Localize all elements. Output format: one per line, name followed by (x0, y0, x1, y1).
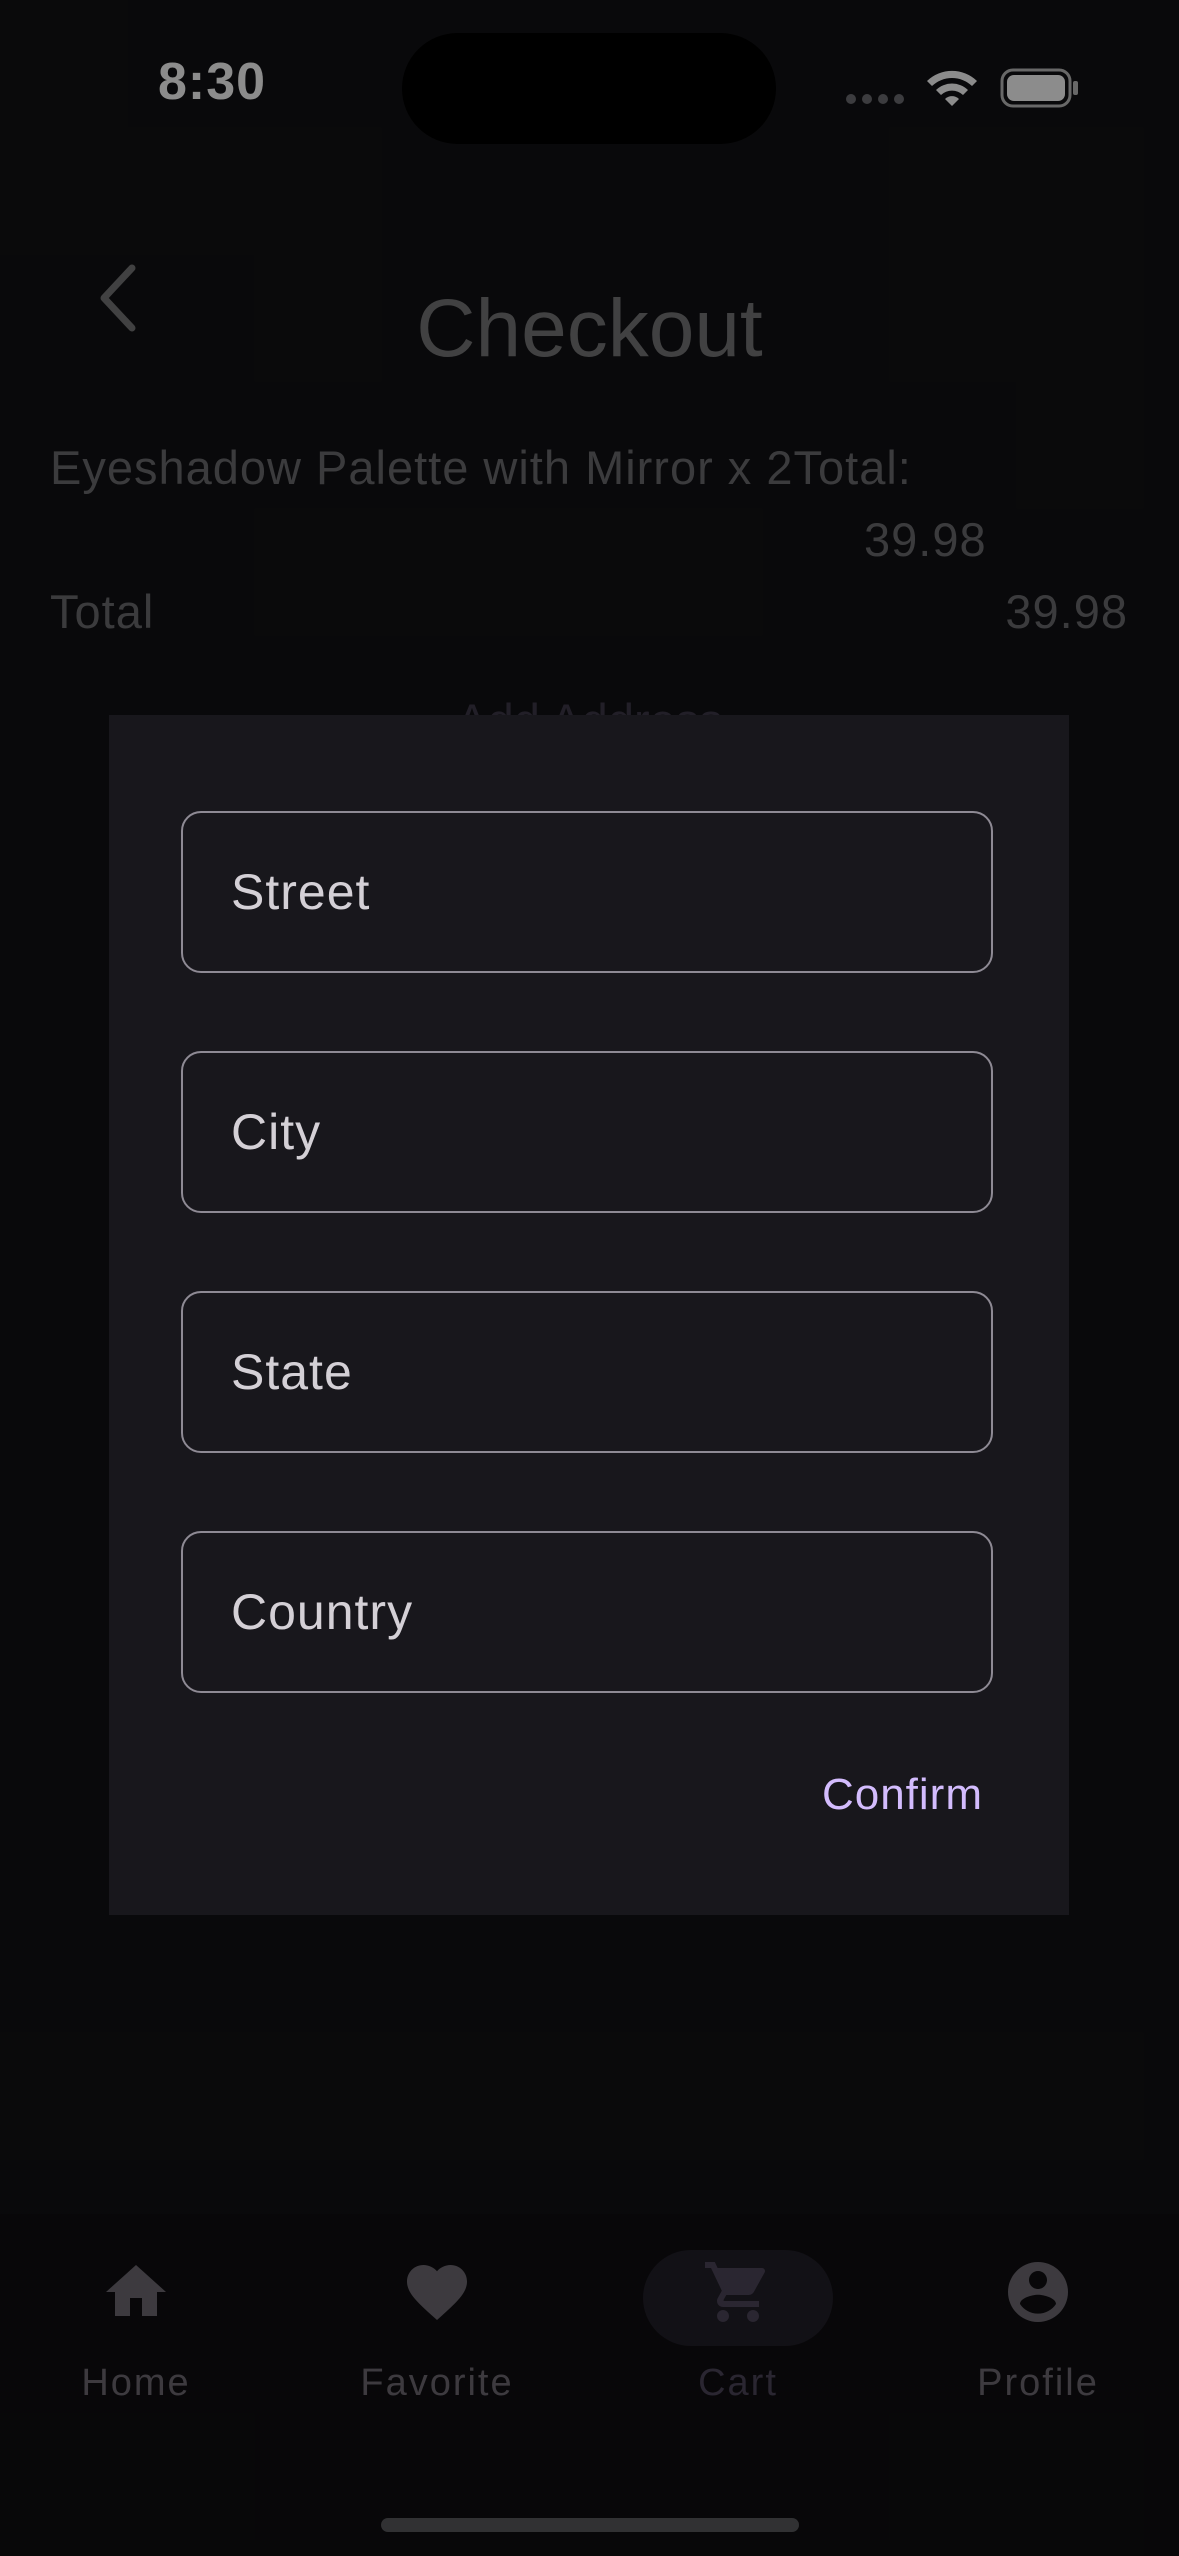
address-dialog: Street City State Country Confirm (109, 715, 1069, 1915)
street-field[interactable]: Street (181, 811, 993, 973)
country-field[interactable]: Country (181, 1531, 993, 1693)
city-field[interactable]: City (181, 1051, 993, 1213)
confirm-button[interactable]: Confirm (822, 1770, 983, 1820)
state-field[interactable]: State (181, 1291, 993, 1453)
screen: 8:30 Checkout Eyeshadow Palette with Mir… (0, 0, 1179, 2556)
